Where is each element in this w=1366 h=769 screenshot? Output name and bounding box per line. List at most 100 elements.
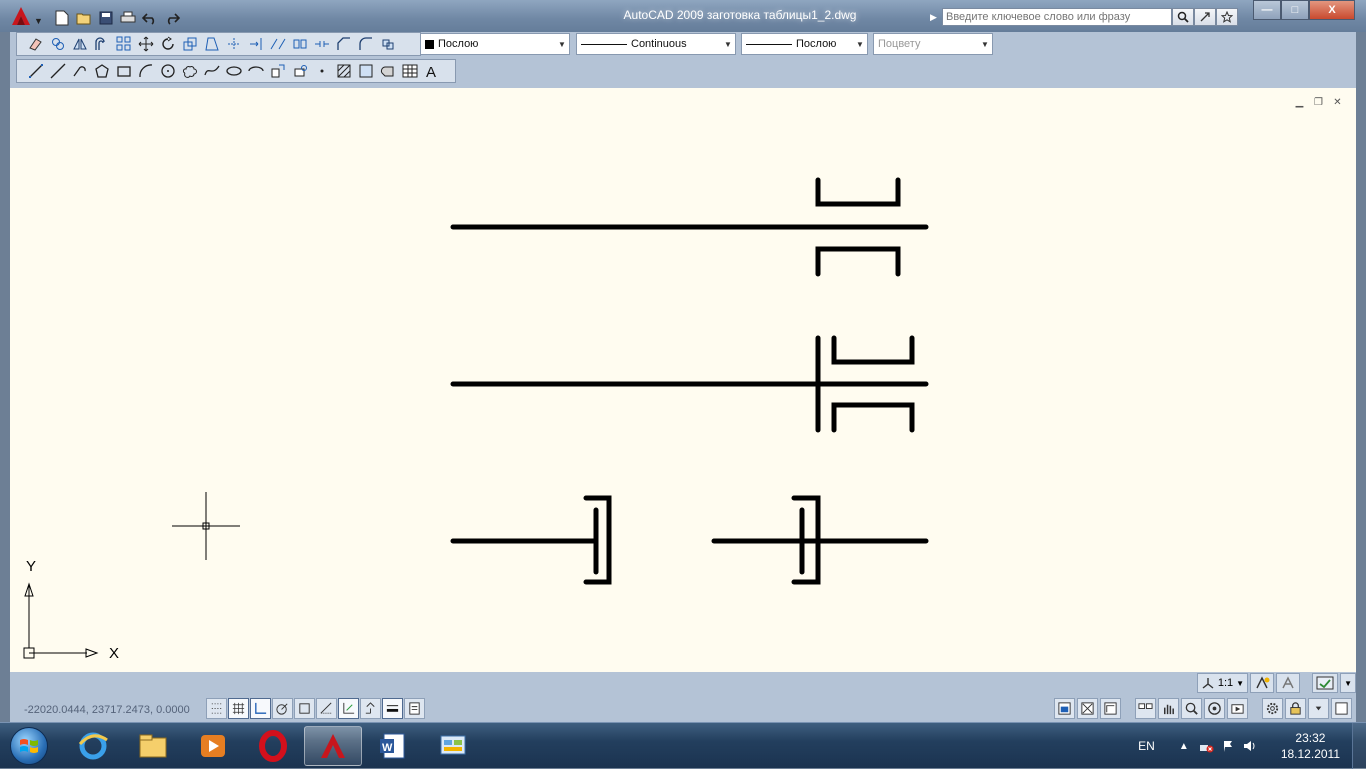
- trim-icon[interactable]: [223, 34, 244, 54]
- grid-icon[interactable]: [228, 698, 249, 719]
- arc-icon[interactable]: [135, 61, 156, 81]
- explode-icon[interactable]: [377, 34, 398, 54]
- language-indicator[interactable]: EN: [1138, 739, 1155, 753]
- stretch-icon[interactable]: [201, 34, 222, 54]
- rectangle-icon[interactable]: [113, 61, 134, 81]
- linetype-select[interactable]: Continuous ▼: [576, 33, 736, 55]
- undo-icon[interactable]: [140, 8, 160, 28]
- lock-icon[interactable]: [1285, 698, 1306, 719]
- array-icon[interactable]: [113, 34, 134, 54]
- windows-explorer-icon[interactable]: [124, 726, 182, 766]
- copy-icon[interactable]: [47, 34, 68, 54]
- control-panel-icon[interactable]: [424, 726, 482, 766]
- opera-icon[interactable]: [244, 726, 302, 766]
- osnap-icon[interactable]: [294, 698, 315, 719]
- erase-icon[interactable]: [25, 34, 46, 54]
- ducs-icon[interactable]: [338, 698, 359, 719]
- clean-screen-icon[interactable]: [1331, 698, 1352, 719]
- search-input[interactable]: [942, 8, 1172, 26]
- polar-icon[interactable]: [272, 698, 293, 719]
- point-icon[interactable]: [311, 61, 332, 81]
- ellipse-icon[interactable]: [223, 61, 244, 81]
- annotation-visibility-icon[interactable]: [1250, 673, 1275, 693]
- menu-arrow-icon[interactable]: [1308, 698, 1329, 719]
- chevron-down-icon[interactable]: ▼: [1340, 673, 1356, 693]
- zoom-icon[interactable]: [1181, 698, 1202, 719]
- close-button[interactable]: X: [1309, 0, 1355, 20]
- favorites-star-icon[interactable]: [1216, 8, 1238, 26]
- scale-icon[interactable]: [179, 34, 200, 54]
- gradient-icon[interactable]: [355, 61, 376, 81]
- table-icon[interactable]: [399, 61, 420, 81]
- autocad-icon[interactable]: [304, 726, 362, 766]
- media-player-icon[interactable]: [184, 726, 242, 766]
- construction-line-icon[interactable]: [47, 61, 68, 81]
- polyline-icon[interactable]: [69, 61, 90, 81]
- coordinate-display[interactable]: -22020.0444, 23717.2473, 0.0000: [24, 704, 190, 716]
- multiline-text-icon[interactable]: A: [421, 61, 442, 81]
- line-icon[interactable]: [25, 61, 46, 81]
- layout1-icon[interactable]: [1077, 698, 1098, 719]
- qp-icon[interactable]: [404, 698, 425, 719]
- network-icon[interactable]: [1197, 737, 1215, 755]
- lineweight-select[interactable]: Послою ▼: [741, 33, 868, 55]
- plot-icon[interactable]: [118, 8, 138, 28]
- chamfer-icon[interactable]: [333, 34, 354, 54]
- otrack-icon[interactable]: [316, 698, 337, 719]
- region-icon[interactable]: [377, 61, 398, 81]
- show-desktop-button[interactable]: [1352, 723, 1366, 769]
- quick-view-icon[interactable]: [1135, 698, 1156, 719]
- search-icon[interactable]: [1172, 8, 1194, 26]
- volume-icon[interactable]: [1241, 737, 1259, 755]
- workspace-icon[interactable]: [1312, 673, 1339, 693]
- layer-color-select[interactable]: Послою ▼: [420, 33, 570, 55]
- start-button[interactable]: [2, 725, 56, 767]
- model-icon[interactable]: [1054, 698, 1075, 719]
- open-icon[interactable]: [74, 8, 94, 28]
- circle-icon[interactable]: [157, 61, 178, 81]
- move-icon[interactable]: [135, 34, 156, 54]
- lineweight-icon[interactable]: [382, 698, 403, 719]
- chevron-down-icon[interactable]: ▼: [721, 40, 735, 49]
- minimize-button[interactable]: —: [1253, 0, 1281, 20]
- pan-icon[interactable]: [1158, 698, 1179, 719]
- settings-icon[interactable]: [1262, 698, 1283, 719]
- auto-add-scales-icon[interactable]: [1276, 673, 1301, 693]
- annotation-scale-button[interactable]: 1:1 ▼: [1196, 673, 1249, 693]
- chevron-right-icon[interactable]: ▶: [930, 12, 942, 23]
- tray-arrow-icon[interactable]: ▲: [1175, 737, 1193, 755]
- action-center-icon[interactable]: [1219, 737, 1237, 755]
- internet-explorer-icon[interactable]: [64, 726, 122, 766]
- break-icon[interactable]: [289, 34, 310, 54]
- steering-wheel-icon[interactable]: [1204, 698, 1225, 719]
- chevron-down-icon[interactable]: ▼: [853, 40, 867, 49]
- extend-icon[interactable]: [245, 34, 266, 54]
- drawing-canvas[interactable]: ▁ ❐ ✕ Y X: [10, 88, 1356, 672]
- insert-block-icon[interactable]: [267, 61, 288, 81]
- break-at-point-icon[interactable]: [267, 34, 288, 54]
- spline-icon[interactable]: [201, 61, 222, 81]
- snap-icon[interactable]: [206, 698, 227, 719]
- mirror-icon[interactable]: [69, 34, 90, 54]
- revision-cloud-icon[interactable]: [179, 61, 200, 81]
- new-icon[interactable]: [52, 8, 72, 28]
- rotate-icon[interactable]: [157, 34, 178, 54]
- redo-icon[interactable]: [162, 8, 182, 28]
- save-icon[interactable]: [96, 8, 116, 28]
- ellipse-arc-icon[interactable]: [245, 61, 266, 81]
- dyn-icon[interactable]: [360, 698, 381, 719]
- join-icon[interactable]: [311, 34, 332, 54]
- hatch-icon[interactable]: [333, 61, 354, 81]
- layout2-icon[interactable]: [1100, 698, 1121, 719]
- offset-icon[interactable]: [91, 34, 112, 54]
- showmotion-icon[interactable]: [1227, 698, 1248, 719]
- chevron-down-icon[interactable]: ▼: [555, 40, 569, 49]
- make-block-icon[interactable]: [289, 61, 310, 81]
- fillet-icon[interactable]: [355, 34, 376, 54]
- maximize-button[interactable]: □: [1281, 0, 1309, 20]
- word-icon[interactable]: W: [364, 726, 422, 766]
- communication-center-icon[interactable]: [1194, 8, 1216, 26]
- application-menu-button[interactable]: ▼: [4, 4, 44, 30]
- ortho-icon[interactable]: [250, 698, 271, 719]
- polygon-icon[interactable]: [91, 61, 112, 81]
